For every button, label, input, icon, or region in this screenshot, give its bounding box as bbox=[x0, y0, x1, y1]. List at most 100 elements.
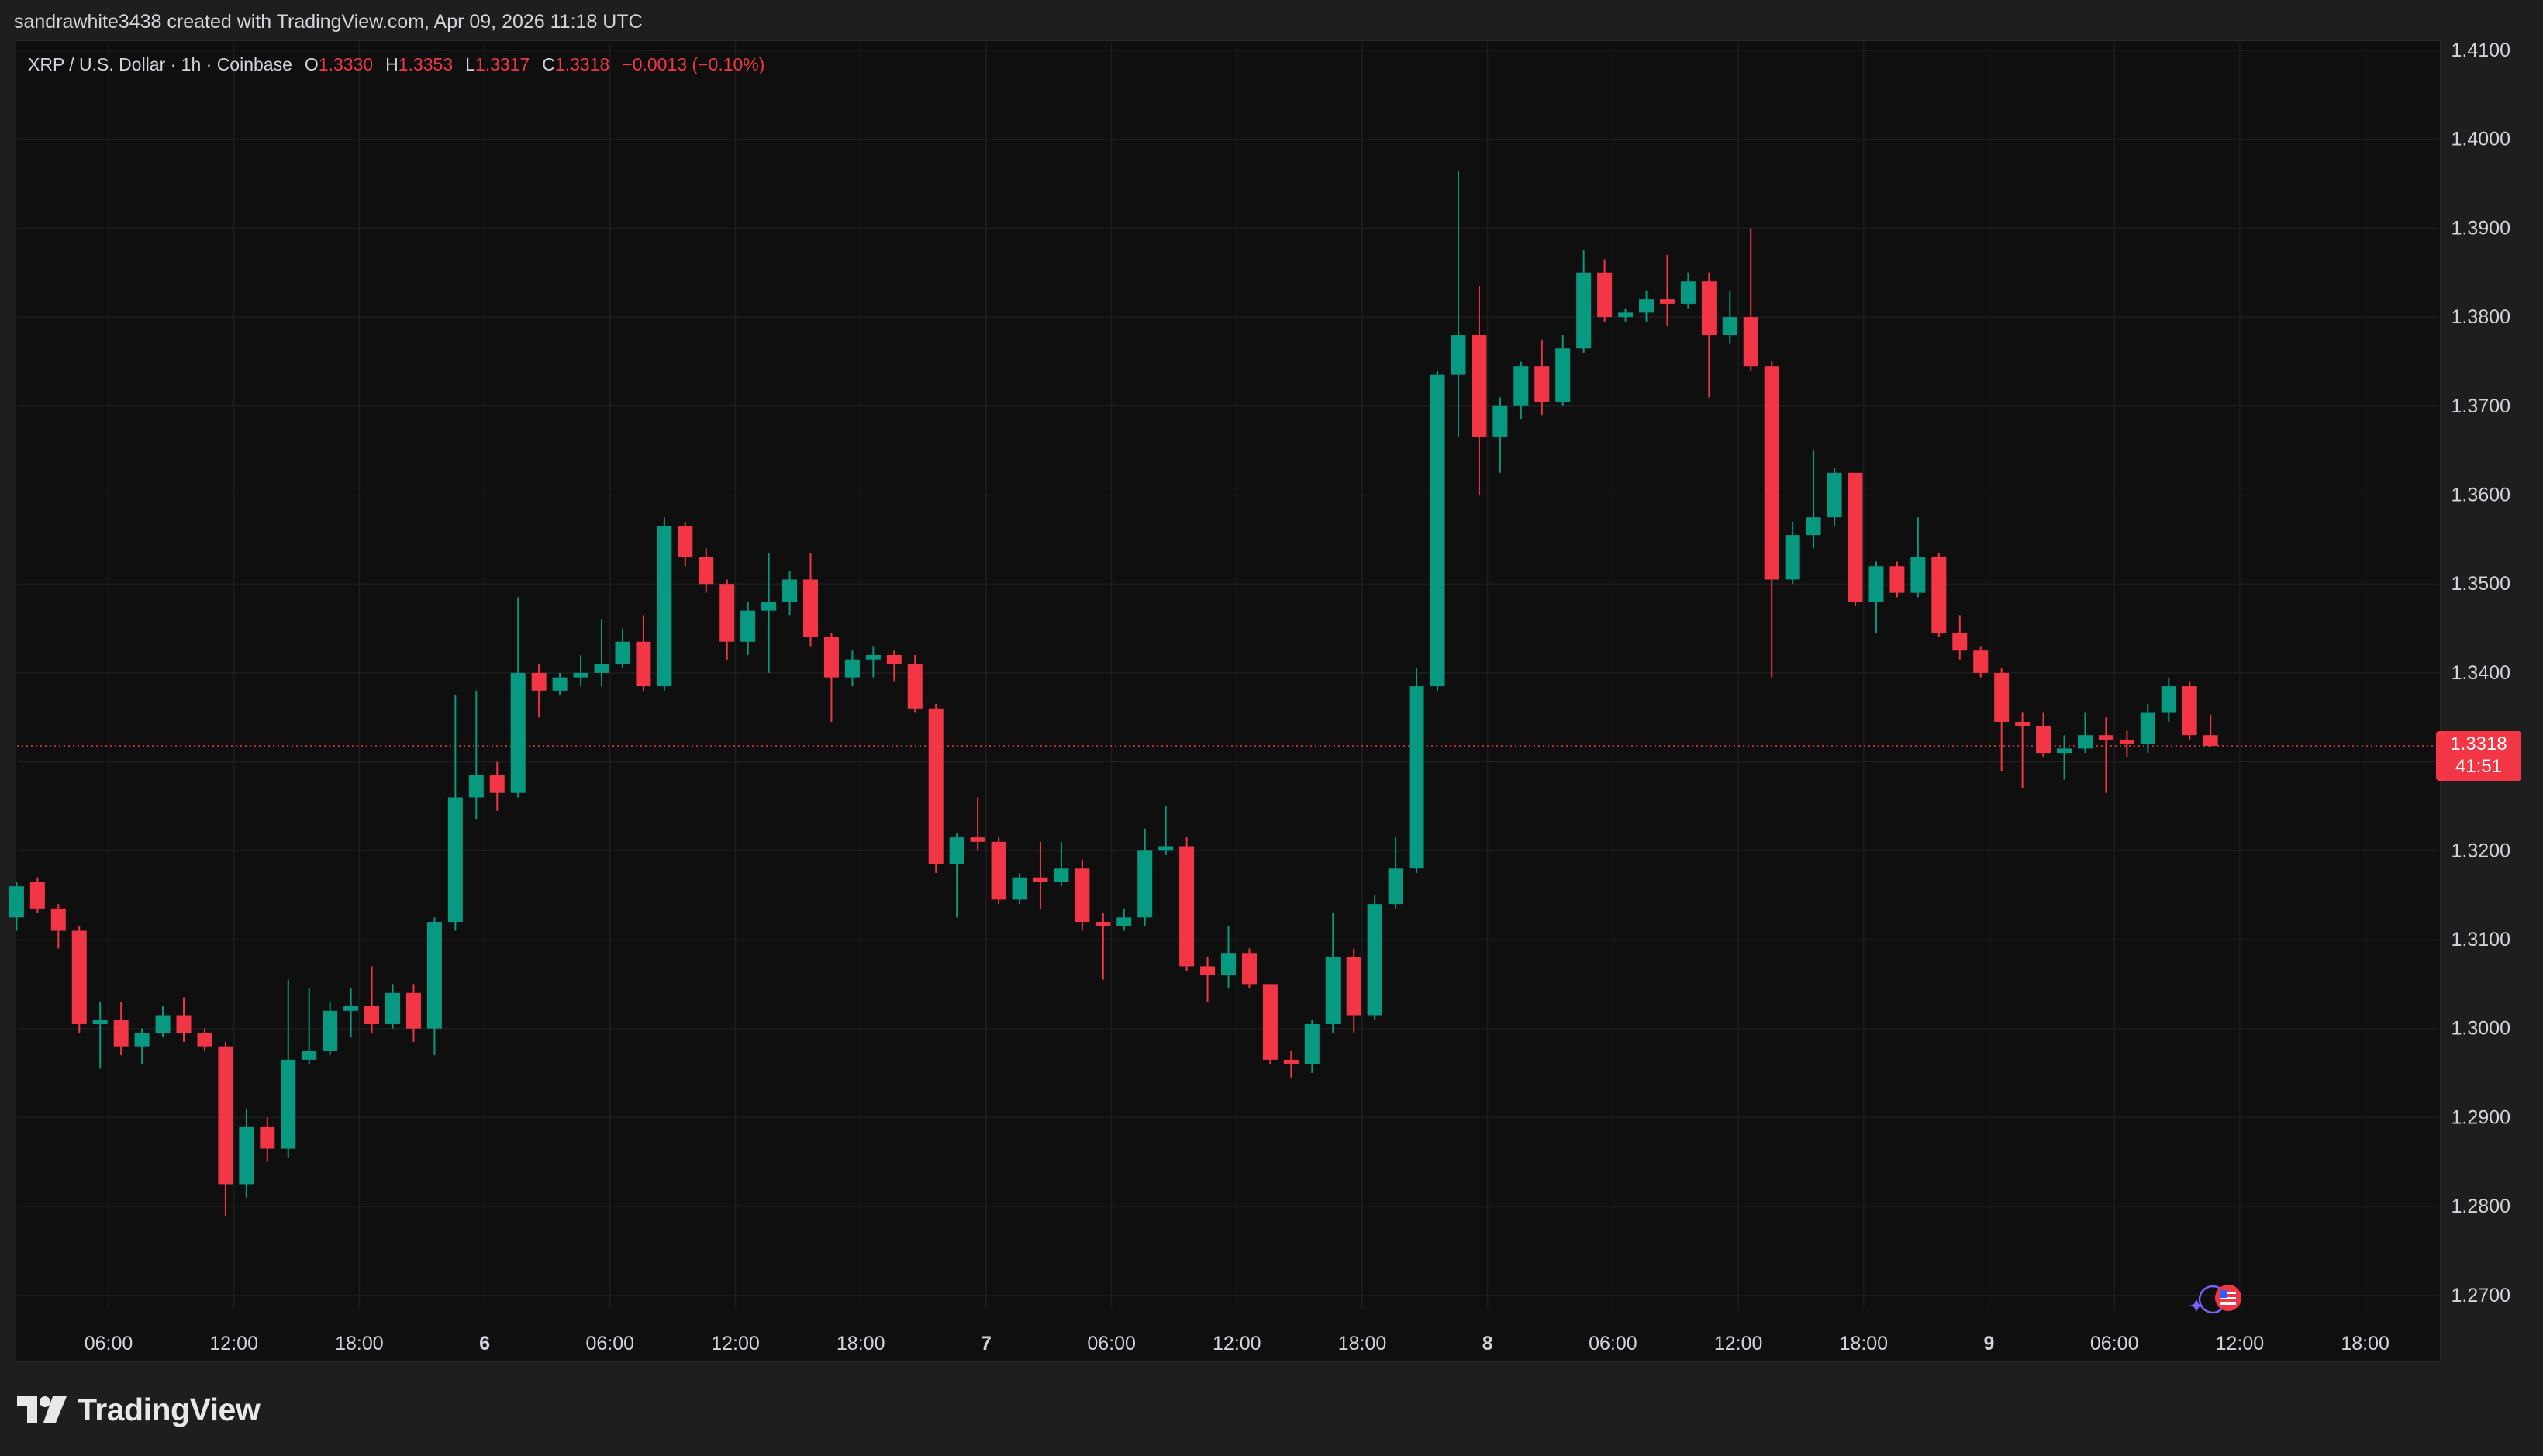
candle-bearish[interactable] bbox=[2015, 712, 2031, 789]
candle-bullish[interactable] bbox=[1451, 170, 1466, 437]
candle-bearish[interactable] bbox=[29, 877, 45, 913]
candle-bearish[interactable] bbox=[197, 1028, 212, 1051]
candle-bullish[interactable] bbox=[1012, 872, 1027, 905]
candle-bullish[interactable] bbox=[761, 553, 777, 673]
candle-bullish[interactable] bbox=[1555, 335, 1571, 406]
candle-bullish[interactable] bbox=[281, 979, 296, 1158]
candle-bearish[interactable] bbox=[1096, 913, 1111, 980]
candle-bullish[interactable] bbox=[1430, 370, 1445, 691]
candle-bullish[interactable] bbox=[657, 517, 672, 691]
candle-bullish[interactable] bbox=[343, 988, 359, 1038]
candle-bullish[interactable] bbox=[9, 882, 24, 931]
candle-bearish[interactable] bbox=[1241, 948, 1257, 989]
candle-bullish[interactable] bbox=[1137, 828, 1153, 926]
candle-bullish[interactable] bbox=[1910, 517, 1926, 598]
candle-bullish[interactable] bbox=[323, 1002, 338, 1056]
candle-bullish[interactable] bbox=[844, 650, 860, 687]
candle-bearish[interactable] bbox=[50, 904, 66, 949]
candle-bearish[interactable] bbox=[928, 704, 944, 873]
candle-bearish[interactable] bbox=[636, 615, 651, 691]
candle-bullish[interactable] bbox=[1116, 908, 1132, 931]
candle-bullish[interactable] bbox=[385, 984, 401, 1029]
economic-events-marker[interactable] bbox=[2189, 1281, 2244, 1316]
candlestick-chart[interactable]: 1.2700 1.2800 1.2900 1.3000 1.3100 1.3200 1.33… bbox=[0, 0, 2543, 1456]
candle-bearish[interactable] bbox=[1952, 615, 1968, 660]
candle-bearish[interactable] bbox=[405, 984, 421, 1042]
candle-bullish[interactable] bbox=[1221, 926, 1237, 989]
candle-bearish[interactable] bbox=[699, 548, 714, 593]
candle-bearish[interactable] bbox=[1033, 841, 1048, 909]
candle-bullish[interactable] bbox=[1325, 913, 1341, 1033]
candle-bearish[interactable] bbox=[991, 837, 1006, 905]
candle-bullish[interactable] bbox=[594, 619, 609, 687]
candle-bearish[interactable] bbox=[2203, 714, 2218, 747]
candle-bearish[interactable] bbox=[970, 797, 985, 851]
candle-bearish[interactable] bbox=[260, 1117, 275, 1162]
candle-bearish[interactable] bbox=[907, 654, 923, 713]
candle-bullish[interactable] bbox=[510, 597, 526, 798]
candle-bearish[interactable] bbox=[113, 1002, 129, 1056]
candle-bearish[interactable] bbox=[489, 761, 505, 811]
candle-bearish[interactable] bbox=[678, 521, 693, 567]
candle-bullish[interactable] bbox=[447, 695, 463, 931]
candle-bullish[interactable] bbox=[2161, 677, 2176, 722]
candle-bullish[interactable] bbox=[92, 1002, 108, 1069]
candle-bullish[interactable] bbox=[1576, 250, 1592, 353]
candle-bullish[interactable] bbox=[615, 628, 630, 669]
candle-bearish[interactable] bbox=[1973, 646, 1989, 678]
candle-bullish[interactable] bbox=[573, 654, 588, 687]
candle-bearish[interactable] bbox=[1994, 668, 2010, 771]
candle-bearish[interactable] bbox=[2182, 681, 2197, 740]
candle-bearish[interactable] bbox=[1075, 859, 1090, 931]
candle-bullish[interactable] bbox=[1409, 668, 1424, 873]
symbol-description[interactable]: XRP / U.S. Dollar · 1h · Coinbase bbox=[28, 54, 292, 74]
candle-bullish[interactable] bbox=[1367, 895, 1382, 1020]
candle-bearish[interactable] bbox=[1200, 957, 1216, 1002]
candle-bullish[interactable] bbox=[1722, 290, 1737, 344]
candle-bearish[interactable] bbox=[2098, 717, 2113, 793]
candle-bearish[interactable] bbox=[1701, 272, 1717, 398]
candle-bearish[interactable] bbox=[71, 926, 87, 1033]
events-icon[interactable] bbox=[2189, 1281, 2244, 1316]
candle-bullish[interactable] bbox=[239, 1108, 254, 1198]
candle-bullish[interactable] bbox=[1304, 1020, 1320, 1074]
tradingview-logo[interactable]: TradingView bbox=[17, 1388, 261, 1431]
candle-bullish[interactable] bbox=[1785, 521, 1800, 585]
candle-bearish[interactable] bbox=[823, 633, 839, 722]
candle-bullish[interactable] bbox=[426, 917, 442, 1056]
candle-bullish[interactable] bbox=[2057, 735, 2072, 780]
candle-bullish[interactable] bbox=[740, 602, 756, 655]
candle-bearish[interactable] bbox=[176, 997, 192, 1042]
candle-bullish[interactable] bbox=[1158, 806, 1174, 856]
candle-bullish[interactable] bbox=[552, 672, 568, 695]
candle-bearish[interactable] bbox=[803, 553, 819, 647]
candle-bullish[interactable] bbox=[1054, 841, 1069, 887]
candle-bullish[interactable] bbox=[1680, 272, 1696, 309]
candle-bearish[interactable] bbox=[2036, 712, 2051, 757]
candle-bullish[interactable] bbox=[1806, 450, 1821, 549]
candle-bullish[interactable] bbox=[949, 833, 964, 918]
candle-bullish[interactable] bbox=[782, 570, 798, 616]
candle-bullish[interactable] bbox=[1868, 561, 1884, 633]
candle-bullish[interactable] bbox=[155, 1006, 171, 1038]
candle-bearish[interactable] bbox=[218, 1041, 233, 1216]
candle-bearish[interactable] bbox=[1848, 472, 1863, 606]
candle-bearish[interactable] bbox=[531, 664, 547, 718]
candle-bearish[interactable] bbox=[1179, 837, 1195, 971]
candle-bearish[interactable] bbox=[1889, 561, 1905, 598]
candle-bullish[interactable] bbox=[1388, 837, 1403, 909]
candle-bullish[interactable] bbox=[1492, 397, 1508, 473]
candle-bearish[interactable] bbox=[1346, 948, 1361, 1033]
candle-bearish[interactable] bbox=[719, 579, 735, 660]
candle-bearish[interactable] bbox=[1283, 1051, 1299, 1078]
candle-bearish[interactable] bbox=[1659, 254, 1675, 326]
candle-bearish[interactable] bbox=[886, 650, 902, 682]
candle-bullish[interactable] bbox=[468, 690, 484, 820]
candle-bullish[interactable] bbox=[2077, 712, 2093, 754]
candle-bearish[interactable] bbox=[2119, 730, 2134, 757]
candle-bearish[interactable] bbox=[1262, 984, 1278, 1064]
candle-bearish[interactable] bbox=[1534, 339, 1550, 416]
candle-bearish[interactable] bbox=[364, 966, 380, 1033]
candle-bullish[interactable] bbox=[1827, 468, 1842, 526]
candle-bearish[interactable] bbox=[1764, 361, 1779, 678]
